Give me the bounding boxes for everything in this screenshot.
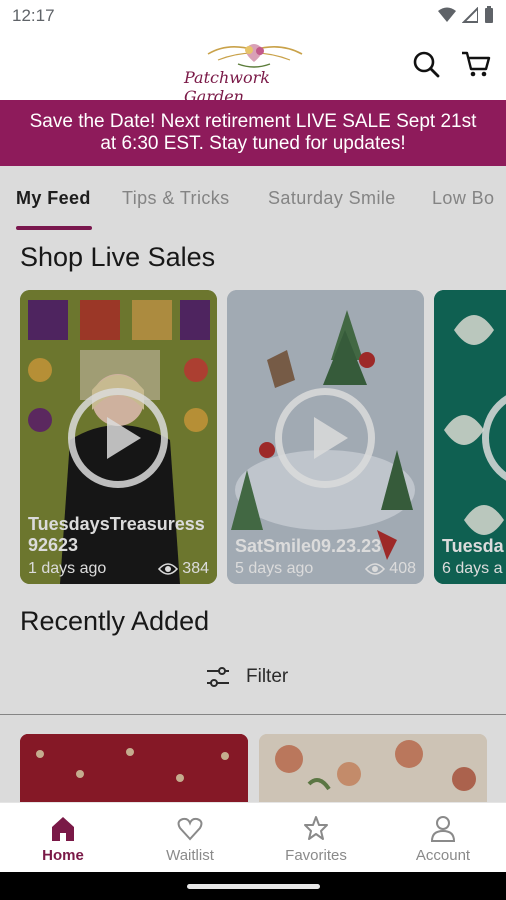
card-meta: 6 days a xyxy=(442,560,506,578)
nav-account-label: Account xyxy=(415,847,471,864)
home-gesture-handle[interactable] xyxy=(187,884,320,889)
nav-home-label: Home xyxy=(42,847,84,864)
filter-button[interactable]: Filter xyxy=(206,662,288,692)
banner-text: Save the Date! Next retirement LIVE SALE… xyxy=(29,111,477,154)
live-sale-card[interactable]: Tuesda 6 days a xyxy=(434,290,506,584)
heart-icon xyxy=(177,817,203,841)
play-icon[interactable] xyxy=(68,388,168,488)
nav-account[interactable]: Account xyxy=(380,813,506,869)
live-sale-card[interactable]: SatSmile09.23.23 5 days ago 408 xyxy=(227,290,424,584)
recently-added-title: Recently Added xyxy=(20,606,210,636)
nav-favorites[interactable]: Favorites xyxy=(253,813,379,869)
card-views: 384 xyxy=(158,560,209,578)
nav-home[interactable]: Home xyxy=(0,813,126,869)
nav-waitlist-label: Waitlist xyxy=(166,847,214,864)
wifi-icon xyxy=(438,7,456,22)
card-age: 5 days ago xyxy=(235,560,314,577)
app-header: Patchwork Garden xyxy=(0,32,506,106)
card-meta: 1 days ago 384 xyxy=(28,560,209,578)
card-view-count: 408 xyxy=(389,560,416,577)
play-icon[interactable] xyxy=(275,388,375,488)
tab-low-bo[interactable]: Low Bo xyxy=(432,188,494,209)
patchwork-garden-logo[interactable]: Patchwork Garden xyxy=(178,40,330,106)
card-meta: 5 days ago 408 xyxy=(235,560,416,578)
feed-tabs: My Feed Tips & Tricks Saturday Smile Low… xyxy=(0,166,506,230)
filter-label: Filter xyxy=(246,666,289,687)
tab-my-feed[interactable]: My Feed xyxy=(16,188,91,209)
home-icon xyxy=(52,817,74,841)
tab-saturday-smile[interactable]: Saturday Smile xyxy=(268,188,396,209)
battery-icon xyxy=(485,6,493,23)
cart-button[interactable] xyxy=(458,46,494,82)
nav-favorites-label: Favorites xyxy=(285,847,347,864)
system-gesture-bar xyxy=(0,872,506,900)
person-icon xyxy=(430,816,456,842)
card-title: TuesdaysTreasuress 92623 xyxy=(28,514,205,555)
red-floral-fabric xyxy=(20,734,248,802)
nav-waitlist[interactable]: Waitlist xyxy=(127,813,253,869)
card-view-count: 384 xyxy=(182,560,209,577)
search-icon xyxy=(413,51,440,78)
search-button[interactable] xyxy=(408,46,444,82)
card-age: 6 days a xyxy=(442,560,503,577)
rose-floral-fabric xyxy=(259,734,487,802)
star-icon xyxy=(304,816,328,840)
status-bar: 12:17 xyxy=(0,0,506,32)
tab-tips-and-tricks[interactable]: Tips & Tricks xyxy=(122,188,230,209)
signal-icon xyxy=(462,7,478,23)
eye-icon xyxy=(158,563,179,575)
card-views: 408 xyxy=(365,560,416,578)
card-age: 1 days ago xyxy=(28,560,107,577)
filter-sliders-icon xyxy=(207,667,229,687)
live-sale-card[interactable]: TuesdaysTreasuress 92623 1 days ago 384 xyxy=(20,290,217,584)
card-title: SatSmile09.23.23 xyxy=(235,536,382,556)
shop-live-sales-title: Shop Live Sales xyxy=(20,242,216,272)
card-title: Tuesda xyxy=(442,536,504,556)
bottom-navigation: Home Waitlist Favorites Account xyxy=(0,802,506,873)
cart-icon xyxy=(462,51,491,77)
product-thumbnail[interactable] xyxy=(20,734,248,802)
section-divider xyxy=(0,714,506,715)
eye-icon xyxy=(365,563,386,575)
feed-content: Shop Live Sales TuesdaysTreasuress 92623… xyxy=(0,230,506,802)
announcement-banner[interactable]: Save the Date! Next retirement LIVE SALE… xyxy=(0,100,506,166)
product-thumbnail[interactable] xyxy=(259,734,487,802)
status-time: 12:17 xyxy=(12,6,55,25)
status-icons xyxy=(438,6,494,24)
